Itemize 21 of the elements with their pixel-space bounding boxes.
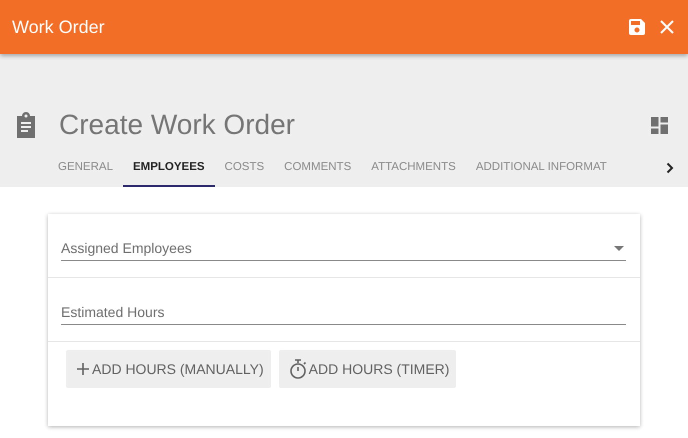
plus-icon: [76, 362, 90, 376]
input-field[interactable]: Estimated Hours: [61, 300, 626, 325]
tab[interactable]: ADDITIONAL INFORMAT: [466, 149, 617, 187]
tab[interactable]: COMMENTS: [274, 149, 362, 187]
chevron-right-icon: [666, 162, 674, 174]
tab[interactable]: EMPLOYEES: [122, 149, 215, 187]
close-icon: [660, 20, 674, 34]
add-hours-button[interactable]: ADD HOURS (MANUALLY): [66, 350, 271, 388]
dashboard-icon[interactable]: [651, 116, 668, 134]
tab[interactable]: COSTS: [214, 149, 274, 187]
save-button[interactable]: [628, 18, 646, 36]
close-button[interactable]: [660, 20, 674, 34]
app-bar-title: Work Order: [12, 16, 106, 38]
add-hours-timer-button[interactable]: ADD HOURS (TIMER): [278, 350, 456, 388]
dropdown-caret-icon: [614, 246, 624, 251]
tab[interactable]: ATTACHMENTS: [361, 149, 466, 187]
select-field[interactable]: Assigned Employees: [61, 236, 626, 261]
stopwatch-icon: [288, 359, 307, 379]
page-title: Create Work Order: [59, 109, 296, 141]
tab[interactable]: GENERAL: [48, 149, 123, 187]
clipboard-icon: [15, 112, 37, 138]
